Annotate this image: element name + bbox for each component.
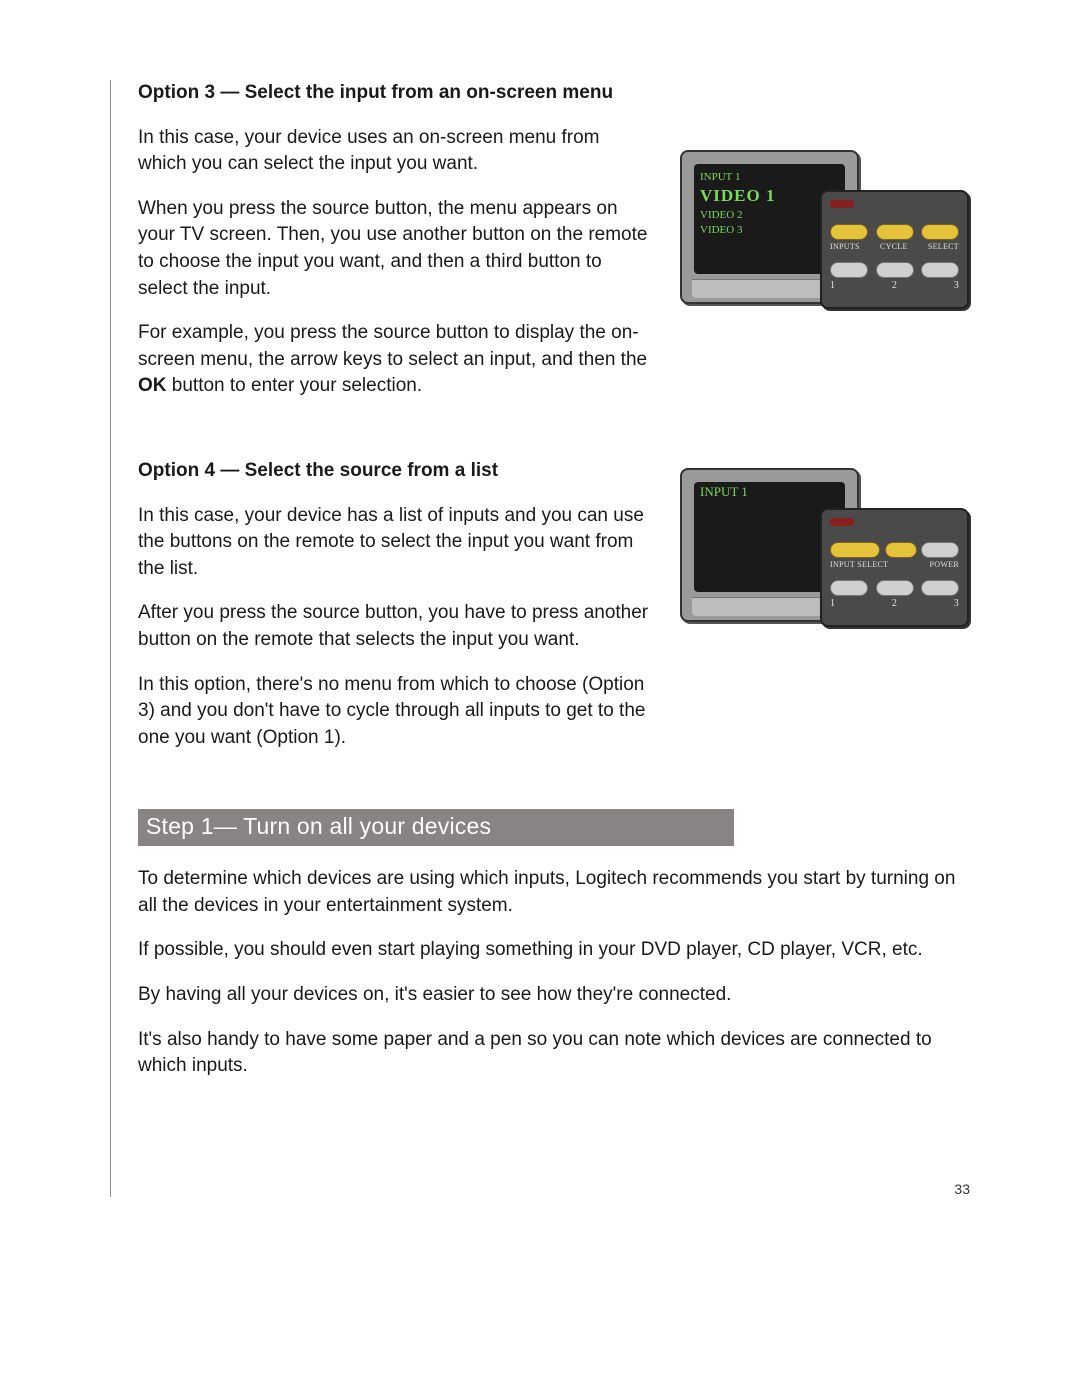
step-1-body: To determine which devices are using whi… (138, 866, 970, 1080)
step-1-p2: If possible, you should even start playi… (138, 937, 970, 964)
option-3-p3b: button to enter your selection. (167, 375, 423, 396)
remote-num-1: 1 (830, 598, 835, 609)
step-1-heading-bar: Step 1— Turn on all your devices (138, 809, 734, 846)
option-3-p1: In this case, your device uses an on-scr… (138, 125, 652, 178)
tv-menu-line-4: VIDEO 3 (700, 223, 775, 238)
option-4-p1: In this case, your device has a list of … (138, 503, 652, 583)
step-1-p4: It's also handy to have some paper and a… (138, 1027, 970, 1080)
page-number: 33 (954, 1181, 970, 1197)
step-1-p3: By having all your devices on, it's easi… (138, 982, 970, 1009)
illustration-tv-menu: INPUT 1 VIDEO 1 VIDEO 2 VIDEO 3 (680, 150, 970, 330)
remote-button-grey (830, 262, 868, 278)
step-1-p1: To determine which devices are using whi… (138, 866, 970, 919)
remote-button-grey (876, 580, 914, 596)
option-4-p3: In this option, there's no menu from whi… (138, 672, 652, 752)
remote-num-2: 2 (892, 280, 897, 291)
section-option-4: Option 4 — Select the source from a list… (138, 458, 970, 769)
option-3-ok: OK (138, 375, 167, 396)
remote-button-grey (921, 262, 959, 278)
section-option-3: Option 3 — Select the input from an on-s… (138, 80, 970, 418)
option-3-p3a: For example, you press the source button… (138, 322, 647, 370)
remote-label-cycle: CYCLE (880, 242, 908, 251)
remote-label-power: POWER (930, 560, 960, 569)
remote-button-yellow (921, 224, 959, 240)
tv-list-line: INPUT 1 (700, 484, 748, 500)
remote-button-yellow (885, 542, 917, 558)
option-3-heading: Option 3 — Select the input from an on-s… (138, 80, 652, 107)
tv-menu-line-1: INPUT 1 (700, 170, 775, 185)
remote-num-1: 1 (830, 280, 835, 291)
remote-button-grey (830, 580, 868, 596)
remote-button-grey (921, 580, 959, 596)
remote-button-grey (876, 262, 914, 278)
option-3-p2: When you press the source button, the me… (138, 196, 652, 302)
remote-button-yellow (830, 224, 868, 240)
option-3-p3: For example, you press the source button… (138, 320, 652, 400)
remote-label-inputs: INPUTS (830, 242, 860, 251)
remote-label-input-select: INPUT SELECT (830, 560, 888, 569)
tv-menu-selected: VIDEO 1 (700, 185, 775, 208)
remote-num-3: 3 (954, 280, 959, 291)
option-4-p2: After you press the source button, you h… (138, 600, 652, 653)
remote-button-yellow (876, 224, 914, 240)
tv-menu-line-3: VIDEO 2 (700, 208, 775, 223)
remote-button-yellow (830, 542, 880, 558)
remote-button-grey (921, 542, 959, 558)
illustration-tv-list: INPUT 1 INPUT SELECT POWE (680, 468, 970, 648)
remote-num-3: 3 (954, 598, 959, 609)
remote-num-2: 2 (892, 598, 897, 609)
left-rule (110, 80, 111, 1197)
remote-label-select: SELECT (928, 242, 959, 251)
option-4-heading: Option 4 — Select the source from a list (138, 458, 652, 485)
